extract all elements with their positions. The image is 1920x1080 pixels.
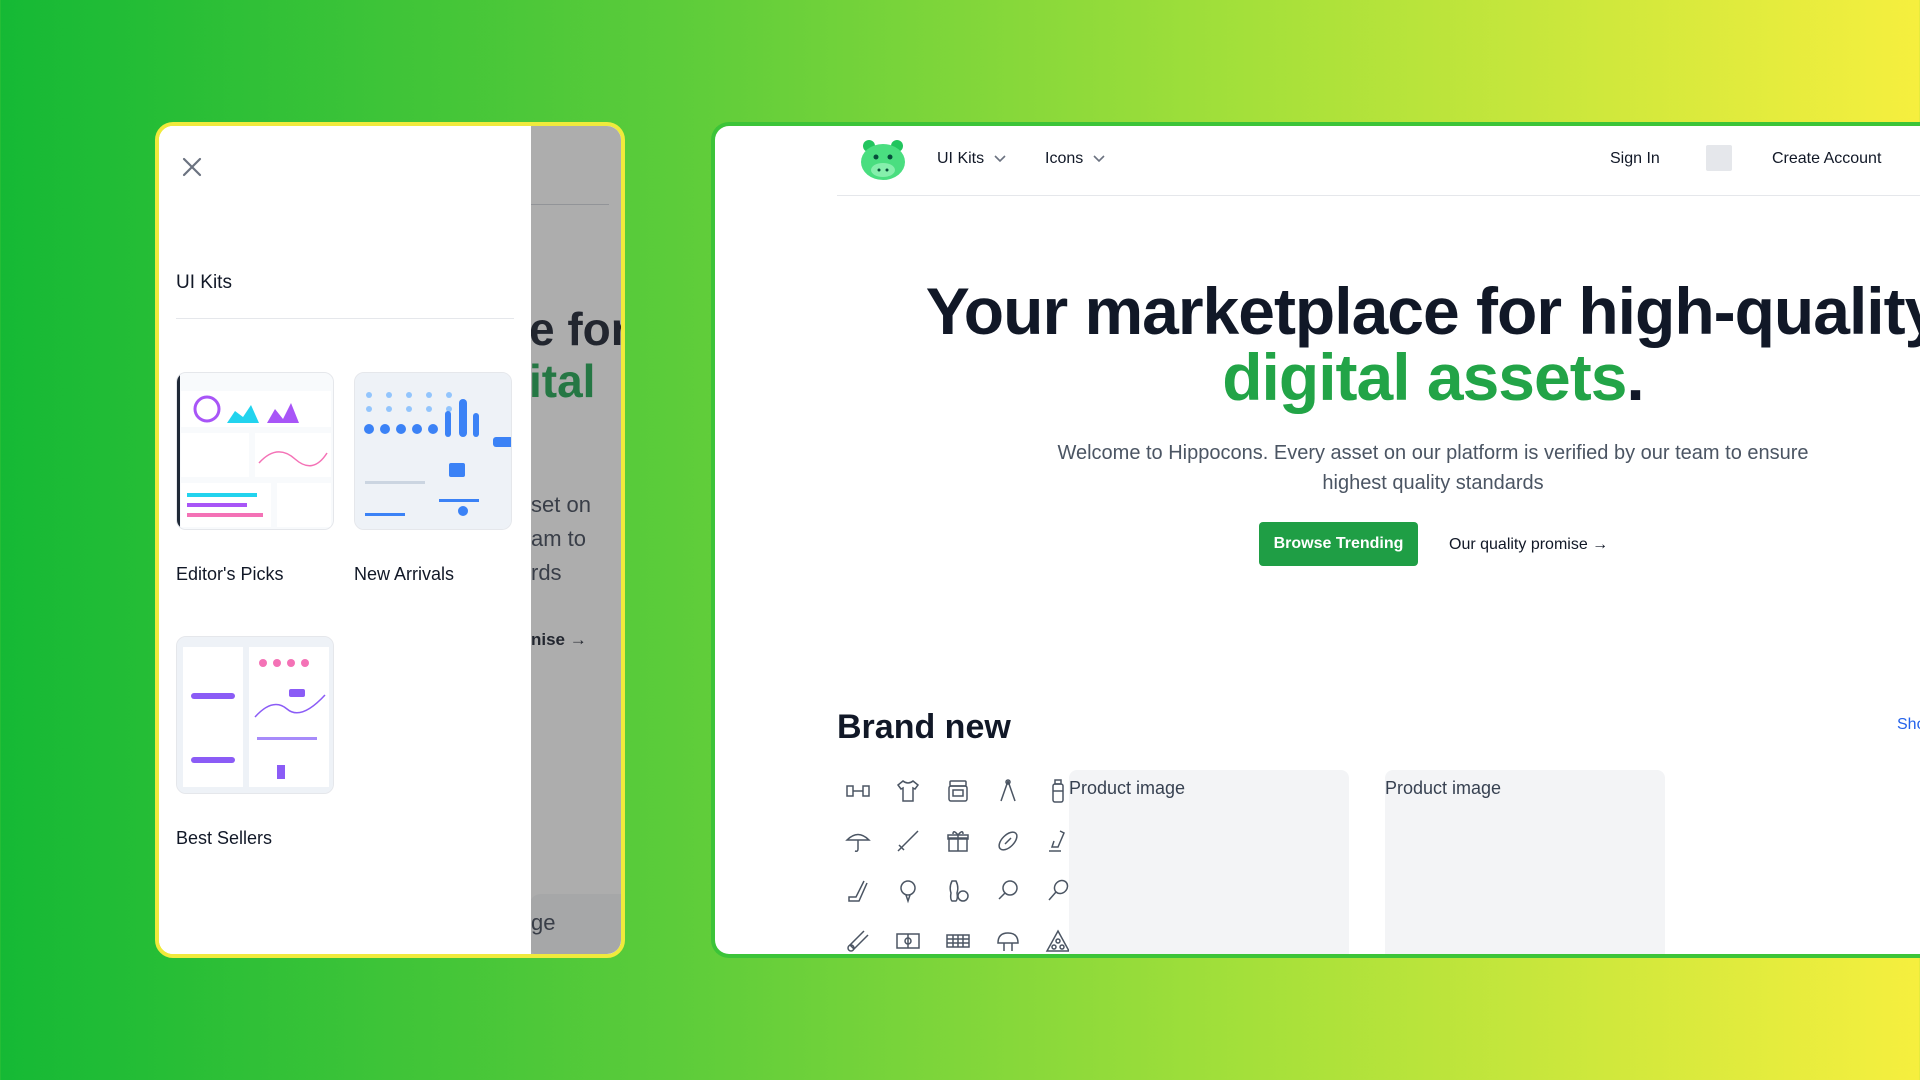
hero-subtitle: Welcome to Hippocons. Every asset on our… [1057,442,1809,494]
show-all-link[interactable]: Sho [1897,716,1920,734]
kit-label: New Arrivals [354,564,455,584]
nav-menu-ui-kits[interactable]: UI Kits [937,150,1006,168]
desktop-preview-frame: UI Kits Icons Sign In Create Account You… [711,122,1920,958]
browse-trending-button[interactable]: Browse Trending [1259,522,1418,566]
close-button[interactable] [177,152,207,182]
kit-card-best-sellers[interactable]: Best Sellers [176,636,334,849]
golf-ball-icon [883,866,933,916]
sign-in-link[interactable]: Sign In [1610,150,1660,168]
bg-scrollbar [621,146,625,556]
nav-menu-label: Icons [1045,150,1084,167]
supplement-jar-icon [933,766,983,816]
section-title-brand-new: Brand new [837,708,1011,746]
soccer-field-icon [883,916,933,954]
drawer-section-title: UI Kits [176,272,232,293]
ping-pong-icon [983,866,1033,916]
shuttlecock-icon [833,916,883,954]
mobile-preview-frame: e for ital set on am to rds nise → ge UI… [155,122,625,958]
product-image-placeholder: Product image [1069,778,1186,798]
product-card[interactable]: Product image [1385,770,1665,954]
hippo-logo-icon[interactable] [859,138,907,182]
compass-icon [983,766,1033,816]
chevron-down-icon [994,155,1006,163]
top-navigation: UI Kits Icons Sign In Create Account [837,126,1920,196]
jersey-icon [883,766,933,816]
goal-net-icon [933,916,983,954]
product-image-placeholder: Product image [1385,778,1502,798]
dumbbell-icon [833,766,883,816]
close-icon [182,157,202,177]
kit-thumbnail [354,372,512,530]
kit-label: Best Sellers [176,828,273,848]
kit-thumbnail [176,636,334,794]
mobile-nav-drawer: UI Kits Editor's Picks New Arrivals Best… [159,126,531,954]
create-account-link[interactable]: Create Account [1772,150,1881,168]
nav-menu-icons[interactable]: Icons [1045,150,1105,168]
gift-icon [933,816,983,866]
football-icon [983,816,1033,866]
umbrella-icon [833,816,883,866]
analytics-thumbnail-image [177,637,333,793]
drawer-divider [176,318,514,319]
hockey-stick-icon [833,866,883,916]
dashboard-thumbnail-image [177,373,333,529]
bowling-icon [933,866,983,916]
kit-thumbnail [176,372,334,530]
hero-title-text: Your marketplace for high-quality [925,274,1920,348]
product-card[interactable]: Product image [1069,770,1349,954]
hero-title-highlight: digital assets [1222,340,1627,414]
chevron-down-icon [1093,155,1105,163]
fencing-sword-icon [883,816,933,866]
hero-title: Your marketplace for high-quality digita… [895,278,1920,410]
kit-card-new-arrivals[interactable]: New Arrivals [354,372,512,585]
helmet-icon [983,916,1033,954]
hero-title-end: . [1626,340,1644,414]
nav-separator-box [1706,145,1732,171]
kit-label: Editor's Picks [176,564,284,584]
nav-menu-label: UI Kits [937,150,985,167]
kit-card-editors-picks[interactable]: Editor's Picks [176,372,334,585]
controls-thumbnail-image [355,373,511,529]
quality-promise-link[interactable]: Our quality promise → [1449,536,1608,554]
drawer-backdrop[interactable] [529,126,621,954]
